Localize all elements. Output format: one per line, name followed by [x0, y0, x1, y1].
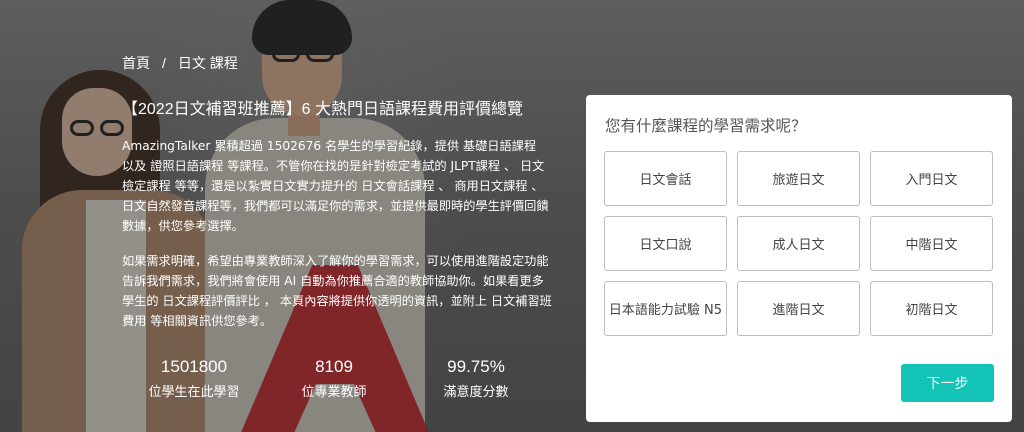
- stat-students-label: 位學生在此學習: [148, 384, 240, 399]
- stat-teachers-label: 位專業教師: [301, 384, 367, 399]
- option-travel-japanese[interactable]: 旅遊日文: [737, 151, 860, 206]
- card-title: 您有什麼課程的學習需求呢？: [605, 118, 807, 135]
- stat-students: 1501800 位學生在此學習: [124, 357, 264, 400]
- breadcrumb-separator: /: [162, 55, 166, 71]
- page-title: 【2022日文補習班推薦】6 大熱門日語課程費用評價總覽: [122, 101, 523, 118]
- breadcrumb-current-link[interactable]: 日文 課程: [178, 53, 238, 73]
- option-advanced-japanese[interactable]: 進階日文: [737, 281, 860, 336]
- stat-satisfaction-label: 滿意度分數: [443, 384, 509, 399]
- stat-teachers: 8109 位專業教師: [264, 357, 404, 400]
- stat-satisfaction-value: 99.75%: [447, 357, 505, 376]
- stat-satisfaction: 99.75% 滿意度分數: [406, 357, 546, 400]
- stat-teachers-value: 8109: [315, 357, 353, 376]
- option-adult-japanese[interactable]: 成人日文: [737, 216, 860, 271]
- stat-students-value: 1501800: [160, 357, 228, 376]
- option-japanese-speaking[interactable]: 日文口說: [604, 216, 727, 271]
- intro-paragraph-2: 如果需求明確，希望由專業教師深入了解你的學習需求，可以使用進階設定功能告訴我們需…: [122, 254, 552, 328]
- option-beginner-japanese[interactable]: 入門日文: [870, 151, 993, 206]
- option-japanese-conversation[interactable]: 日文會話: [604, 151, 727, 206]
- course-options-grid: 日文會話 旅遊日文 入門日文 日文口說 成人日文 中階日文 日本語能力試驗 N5…: [604, 151, 994, 336]
- intro-paragraph-1: AmazingTalker 累積超過 1502676 名學生的學習紀錄，提供 基…: [122, 139, 549, 233]
- course-needs-card: 您有什麼課程的學習需求呢？ 日文會話 旅遊日文 入門日文 日文口說 成人日文 中…: [586, 95, 1012, 422]
- option-jlpt-n5[interactable]: 日本語能力試驗 N5: [604, 281, 727, 336]
- breadcrumb: 首頁 / 日文 課程: [122, 53, 238, 73]
- breadcrumb-home-link[interactable]: 首頁: [122, 53, 150, 73]
- option-intermediate-japanese[interactable]: 中階日文: [870, 216, 993, 271]
- option-elementary-japanese[interactable]: 初階日文: [870, 281, 993, 336]
- next-step-button[interactable]: 下一步: [901, 364, 994, 402]
